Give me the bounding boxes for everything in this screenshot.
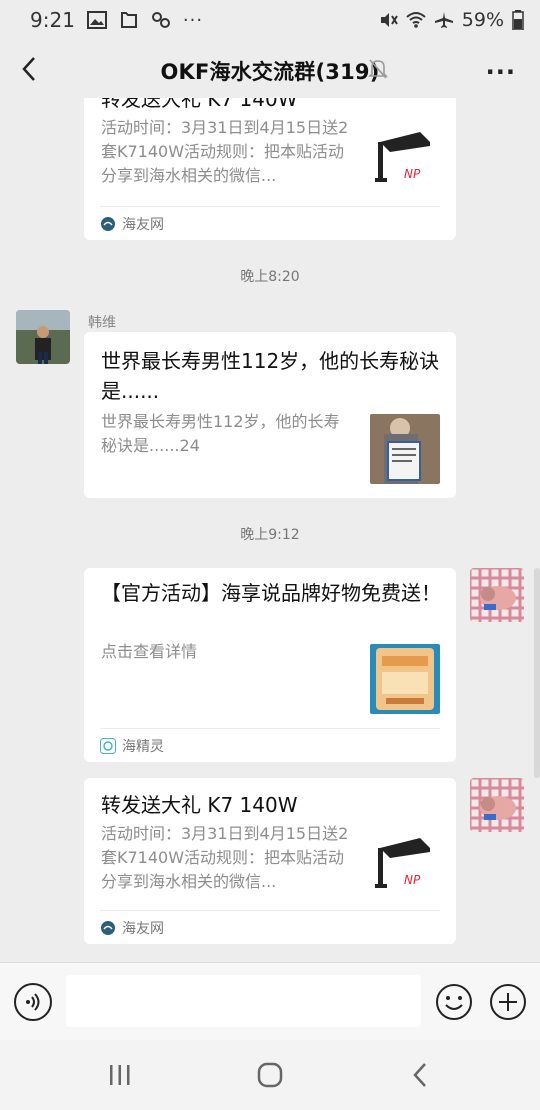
wifi-icon <box>406 12 426 28</box>
vpn-icon <box>151 12 170 28</box>
card-source-name: 海友网 <box>122 216 164 233</box>
voice-input-button[interactable] <box>14 983 52 1021</box>
card-description: 活动时间：3月31日到4月15日送2套K7140W活动规则：把本贴活动分享到海水… <box>101 118 349 185</box>
card-source: 海友网 <box>100 910 440 944</box>
aquarium-light-image: NP <box>370 122 440 192</box>
chat-title: OKF海水交流群(319) <box>160 60 380 84</box>
user-photo <box>16 310 70 364</box>
card-title: 转发送大礼 K7 140W <box>101 98 298 111</box>
promo-image <box>370 644 440 714</box>
card-title: 世界最长寿男性112岁，他的长寿秘诀是...... <box>101 349 440 403</box>
status-time: 9:21 <box>30 8 75 32</box>
card-thumbnail: NP <box>370 828 440 898</box>
gallery-icon <box>86 11 107 29</box>
card-description: 点击查看详情 <box>101 642 198 661</box>
emoji-button[interactable] <box>435 983 473 1021</box>
card-thumbnail <box>370 644 440 714</box>
recent-apps-icon <box>110 1065 130 1085</box>
chevron-left-icon <box>413 1063 426 1087</box>
battery-percent: 59% <box>461 9 504 31</box>
certificate-photo <box>370 414 440 484</box>
card-source-name: 海精灵 <box>122 738 164 755</box>
more-functions-button[interactable] <box>489 983 527 1021</box>
timestamp: 晚上8:20 <box>240 269 300 285</box>
card-source-name: 海友网 <box>122 920 164 937</box>
link-card-message[interactable]: 世界最长寿男性112岁，他的长寿秘诀是...... 世界最长寿男性112岁，他的… <box>84 332 456 498</box>
card-source: 海友网 <box>100 206 440 240</box>
system-nav-bar <box>0 1040 540 1110</box>
card-thumbnail: NP <box>370 122 440 192</box>
mute-vibrate-icon <box>380 13 398 27</box>
message-input[interactable] <box>66 975 421 1027</box>
card-title: 转发送大礼 K7 140W <box>101 793 298 817</box>
battery-icon <box>512 10 524 30</box>
airplane-mode-icon <box>434 12 453 28</box>
card-description: 世界最长寿男性112岁，他的长寿秘诀是......24 <box>101 412 340 455</box>
source-app-icon <box>101 216 115 231</box>
message-input-bar <box>0 962 540 1040</box>
link-card-message[interactable]: 转发送大礼 K7 140W 活动时间：3月31日到4月15日送2套K7140W活… <box>84 98 456 240</box>
timestamp: 晚上9:12 <box>240 527 300 543</box>
status-right: 59% <box>378 9 524 31</box>
link-card-message[interactable]: 【官方活动】海享说品牌好物免费送！ 点击查看详情 海精灵 <box>84 568 456 762</box>
home-button[interactable] <box>250 1060 290 1090</box>
avatar[interactable] <box>16 310 70 364</box>
back-nav-button[interactable] <box>400 1060 440 1090</box>
sender-name: 韩维 <box>88 315 116 331</box>
pig-avatar-image <box>470 778 524 832</box>
more-notifications-icon: ··· <box>182 9 204 31</box>
aquarium-light-image: NP <box>370 828 440 898</box>
status-bar: 9:21 ··· 59% <box>0 0 540 40</box>
card-title: 【官方活动】海享说品牌好物免费送！ <box>101 581 441 605</box>
voice-icon <box>26 993 40 1011</box>
card-description: 活动时间：3月31日到4月15日送2套K7140W活动规则：把本贴活动分享到海水… <box>101 824 349 891</box>
files-icon <box>120 12 137 28</box>
svg-text:NP: NP <box>404 167 421 181</box>
source-app-icon <box>101 920 115 935</box>
scrollbar[interactable] <box>534 568 540 778</box>
card-thumbnail <box>370 414 440 484</box>
my-avatar[interactable] <box>470 568 524 622</box>
svg-text:NP: NP <box>404 873 421 887</box>
plus-icon <box>490 984 526 1020</box>
card-source: 海精灵 <box>100 728 440 762</box>
recent-apps-button[interactable] <box>100 1060 140 1090</box>
chat-header: OKF海水交流群(319) ··· <box>0 40 540 98</box>
more-options-button[interactable]: ··· <box>486 58 516 86</box>
mute-notification-icon <box>368 59 388 79</box>
link-card-message[interactable]: 转发送大礼 K7 140W 活动时间：3月31日到4月15日送2套K7140W活… <box>84 778 456 944</box>
my-avatar[interactable] <box>470 778 524 832</box>
smiley-icon <box>436 984 472 1020</box>
source-app-icon <box>100 737 116 754</box>
chat-messages[interactable]: 转发送大礼 K7 140W 活动时间：3月31日到4月15日送2套K7140W活… <box>0 98 540 962</box>
pig-avatar-image <box>470 568 524 622</box>
status-left: 9:21 ··· <box>30 8 203 32</box>
home-icon <box>257 1062 283 1088</box>
